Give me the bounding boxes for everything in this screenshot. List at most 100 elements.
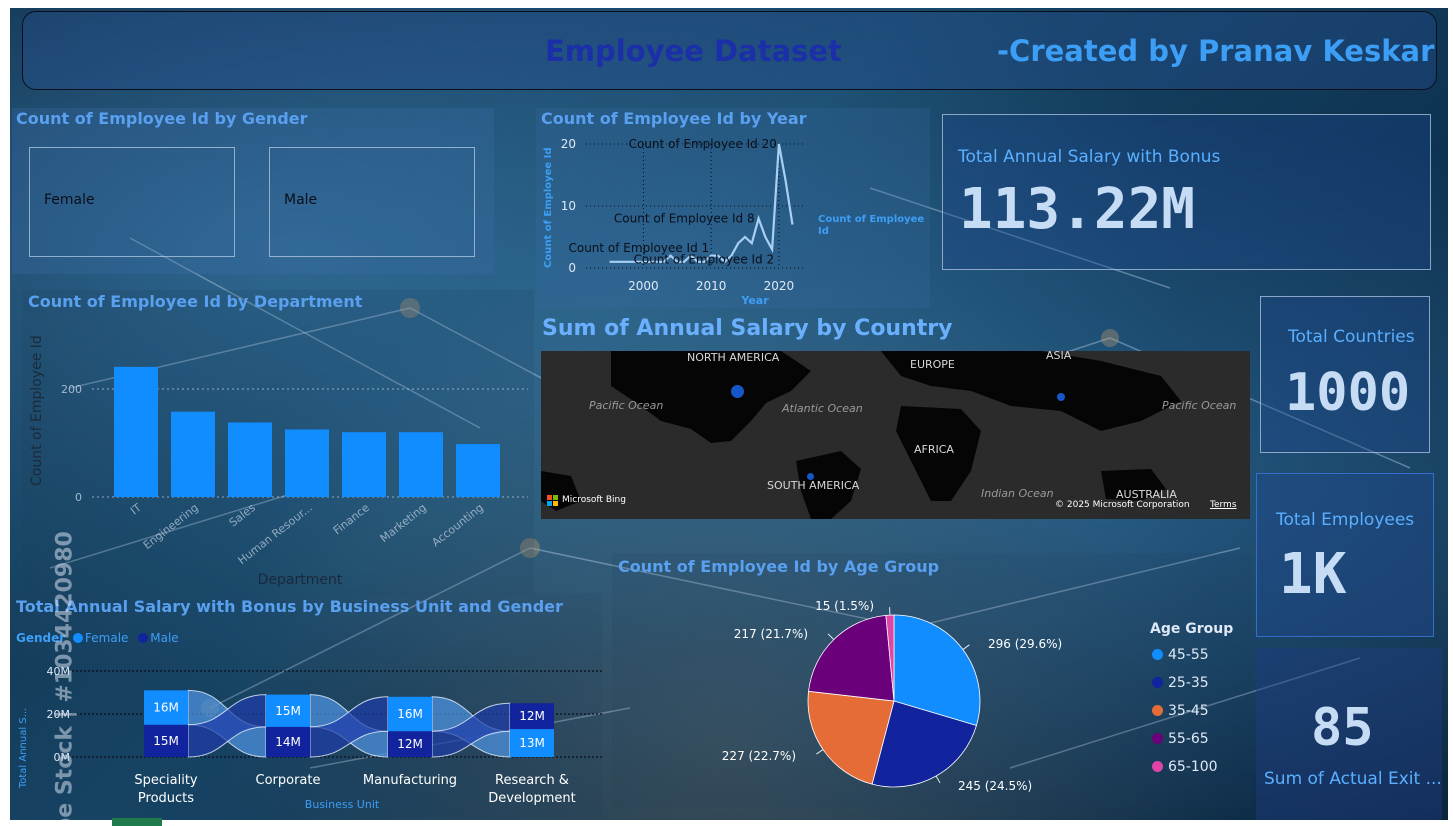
department-x-ticks: ITEngineering SalesHuman Resour... Finance… — [128, 501, 486, 567]
age-group-legend-label: 65-100 — [1168, 759, 1218, 775]
employees-kpi-label: Total Employees — [1276, 510, 1415, 530]
bing-logo — [547, 495, 559, 507]
salary-kpi-label: Total Annual Salary with Bonus — [958, 147, 1221, 167]
age-group-legend-item[interactable]: 55-65 — [1152, 731, 1209, 747]
age-group-legend-title: Age Group — [1150, 621, 1234, 637]
map-terms-link[interactable]: Terms — [1210, 500, 1237, 510]
employees-kpi-value: 1K — [1279, 542, 1347, 607]
department-x-tick-label: Engineering — [141, 501, 201, 552]
business-unit-data-label: 15M — [153, 734, 179, 748]
bing-label: Microsoft Bing — [562, 495, 626, 505]
countries-kpi-card[interactable]: Total Countries 1000 — [1260, 296, 1430, 453]
exit-kpi-value: 85 — [1311, 698, 1374, 758]
year-x-tick-label: 2010 — [696, 279, 727, 293]
gender-panel-title: Count of Employee Id by Gender — [16, 109, 308, 128]
department-y-tick-label: 200 — [61, 383, 82, 396]
map-bubble-usa[interactable] — [731, 385, 744, 398]
year-annotation: Count of Employee Id 20 — [629, 137, 777, 151]
pie-leader-line — [816, 749, 824, 755]
gender-panel[interactable]: Count of Employee Id by Gender Female Ma… — [12, 108, 494, 274]
business-unit-x-tick-label: Speciality — [134, 773, 198, 788]
pie-data-label: 296 (29.6%) — [988, 637, 1062, 651]
business-unit-x-tick-label: Corporate — [256, 773, 321, 788]
year-x-ticks: 2000 2010 2020 — [628, 279, 794, 293]
department-bar-chart[interactable]: Count of Employee Id 200 0 ITEngineering S… — [22, 290, 534, 594]
business-unit-y-axis-label: Total Annual S... — [18, 708, 29, 789]
exit-kpi-card[interactable]: 85 Sum of Actual Exit ... — [1256, 648, 1442, 820]
page-tab-indicator[interactable] — [112, 818, 162, 826]
dashboard-title: Employee Dataset — [545, 34, 842, 68]
year-y-tick-label: 0 — [568, 261, 576, 275]
map-label-pacific-right: Pacific Ocean — [1162, 399, 1237, 412]
age-group-legend-item[interactable]: 25-35 — [1152, 675, 1209, 691]
age-group-legend-label: 55-65 — [1168, 731, 1209, 747]
map-label-europe: EUROPE — [910, 358, 955, 371]
year-x-axis-label: Year — [740, 294, 769, 307]
dashboard-canvas: Employee Dataset -Created by Pranav Kesk… — [10, 8, 1448, 820]
map-label-south-america: SOUTH AMERICA — [767, 479, 860, 492]
year-annotation: Count of Employee Id 2 — [633, 253, 774, 267]
pie-slice — [808, 614, 895, 702]
male-card[interactable]: Male — [269, 147, 475, 257]
department-x-tick-label: Accounting — [429, 501, 485, 549]
salary-kpi-card[interactable]: Total Annual Salary with Bonus 113.22M — [942, 114, 1431, 270]
department-y-tick-label: 0 — [75, 491, 82, 504]
business-unit-x-tick-label: Research & — [495, 773, 569, 788]
map-copyright: © 2025 Microsoft Corporation — [1055, 500, 1190, 510]
map-bubble-brazil[interactable] — [807, 473, 814, 480]
bing-logo-yellow-icon — [553, 501, 558, 506]
legend-dot-icon — [1152, 761, 1163, 772]
age-group-legend-item[interactable]: 35-45 — [1152, 703, 1209, 719]
business-unit-x-axis-label: Business Unit — [305, 798, 380, 811]
department-x-tick-label: IT — [128, 501, 144, 518]
year-line-chart[interactable]: Count of Employee Id 20100 2000 2010 2020 … — [536, 108, 930, 308]
department-x-tick-label: Marketing — [378, 501, 429, 545]
map-label-asia: ASIA — [1046, 351, 1072, 362]
year-chart-panel[interactable]: Count of Employee Id by Year Count of Em… — [536, 108, 930, 308]
business-unit-ribbon-chart[interactable]: Total Annual S... 40M20M0M 16M15M15M14M1… — [12, 593, 602, 818]
exit-kpi-label: Sum of Actual Exit ... — [1264, 769, 1442, 789]
age-group-legend-item[interactable]: 65-100 — [1152, 759, 1218, 775]
map-title: Sum of Annual Salary by Country — [542, 316, 953, 341]
bing-logo-green-icon — [553, 495, 558, 500]
bing-logo-blue-icon — [547, 501, 552, 506]
department-bar — [456, 444, 500, 497]
legend-dot-icon — [1152, 649, 1163, 660]
pie-slices — [807, 614, 981, 788]
year-y-tick-label: 20 — [561, 137, 576, 151]
employees-kpi-card[interactable]: Total Employees 1K — [1256, 473, 1434, 637]
business-unit-data-label: 12M — [397, 737, 423, 751]
dashboard-header: Employee Dataset -Created by Pranav Kesk… — [22, 11, 1437, 90]
business-unit-data-label: 14M — [275, 735, 301, 749]
age-group-legend-item[interactable]: 45-55 — [1152, 647, 1209, 663]
department-panel[interactable]: Count of Employee Id by Department Count… — [22, 290, 534, 594]
pie-data-label: 245 (24.5%) — [958, 779, 1032, 793]
map-bubble-china[interactable] — [1057, 393, 1065, 401]
business-unit-panel[interactable]: Total Annual Salary with Bonus by Busine… — [12, 593, 602, 818]
female-card[interactable]: Female — [29, 147, 235, 257]
country-map[interactable]: NORTH AMERICA EUROPE ASIA AFRICA SOUTH A… — [541, 351, 1250, 519]
department-bar — [342, 432, 386, 497]
countries-kpi-value: 1000 — [1285, 363, 1411, 423]
year-annotation: Count of Employee Id 8 — [614, 211, 755, 225]
department-x-tick-label: Finance — [331, 501, 372, 537]
department-y-axis-label: Count of Employee Id — [29, 335, 45, 486]
business-unit-x-tick-label: Products — [138, 791, 194, 806]
year-x-tick-label: 2020 — [764, 279, 795, 293]
year-y-tick-label: 10 — [561, 199, 576, 213]
business-unit-data-label: 16M — [153, 701, 179, 715]
legend-dot-icon — [1152, 677, 1163, 688]
age-group-panel[interactable]: Count of Employee Id by Age Group 296 (2… — [612, 553, 1252, 808]
business-unit-x-tick-label: Manufacturing — [363, 773, 457, 788]
bing-logo-red-icon — [547, 495, 552, 500]
business-unit-data-label: 12M — [519, 709, 545, 723]
legend-dot-icon — [1152, 733, 1163, 744]
salary-kpi-value: 113.22M — [959, 177, 1196, 242]
age-group-legend-label: 35-45 — [1168, 703, 1209, 719]
age-group-legend-label: 25-35 — [1168, 675, 1209, 691]
pie-leader-line — [827, 633, 835, 640]
year-annotations: Count of Employee Id 20 Count of Employee… — [568, 137, 776, 267]
year-legend-label: Count of Employee Id — [818, 214, 925, 237]
male-label: Male — [284, 192, 318, 208]
map-label-north-america: NORTH AMERICA — [687, 351, 780, 364]
